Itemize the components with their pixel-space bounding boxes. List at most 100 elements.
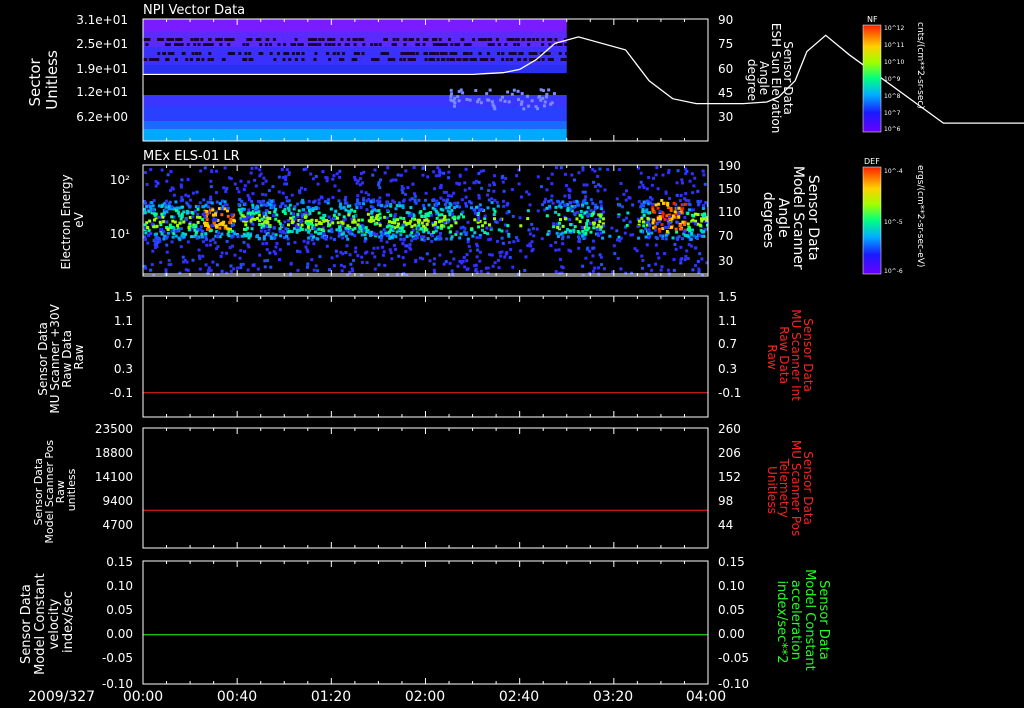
p2-pixel bbox=[220, 269, 224, 273]
p1-speckle bbox=[195, 52, 199, 55]
p1-speckle bbox=[361, 38, 365, 41]
p2-pixel bbox=[647, 211, 651, 215]
p2-pixel bbox=[195, 227, 199, 231]
p2-pixel bbox=[519, 224, 523, 228]
p2-pixel bbox=[543, 200, 547, 204]
p2-pixel bbox=[298, 250, 302, 254]
p1-speckle bbox=[288, 58, 292, 61]
x-tick-label: 02:40 bbox=[499, 689, 539, 705]
p2-pixel bbox=[220, 251, 224, 255]
p2-pixel bbox=[148, 219, 152, 223]
p1-speckle bbox=[522, 38, 526, 41]
x-tick-label: 00:00 bbox=[123, 689, 163, 705]
p2-pixel bbox=[314, 174, 318, 178]
p2-pixel bbox=[348, 253, 352, 257]
p2-pixel bbox=[543, 197, 547, 201]
p2-pixel bbox=[351, 269, 355, 273]
p1-ytick-left: 6.2e+00 bbox=[76, 110, 128, 124]
p2-pixel bbox=[329, 207, 333, 211]
p2-pixel bbox=[693, 176, 697, 180]
p2-pixel bbox=[501, 174, 505, 178]
p2-pixel bbox=[681, 207, 685, 211]
p2-pixel bbox=[210, 201, 214, 205]
p2-pixel bbox=[145, 205, 149, 209]
p1-speckle bbox=[358, 38, 362, 41]
p2-pixel bbox=[679, 258, 683, 262]
p2-pixel bbox=[256, 267, 260, 271]
p2-pixel bbox=[668, 214, 672, 218]
p1-speckle bbox=[449, 92, 453, 96]
p2-pixel bbox=[143, 201, 147, 205]
p2-pixel bbox=[272, 214, 276, 218]
p2-pixel bbox=[161, 203, 165, 207]
p2-pixel bbox=[201, 254, 205, 258]
p2-pixel bbox=[369, 216, 373, 220]
p2-pixel bbox=[201, 218, 205, 222]
p2-pixel bbox=[233, 182, 237, 186]
p2-pixel bbox=[674, 227, 678, 231]
p2-pixel bbox=[479, 269, 483, 273]
p2-pixel bbox=[599, 225, 603, 229]
p2-pixel bbox=[572, 178, 576, 182]
p1-band bbox=[143, 107, 567, 121]
p2-pixel bbox=[277, 175, 281, 179]
p2-pixel bbox=[283, 182, 287, 186]
p2-pixel bbox=[241, 217, 245, 221]
p2-pixel bbox=[300, 212, 304, 216]
p1-speckle bbox=[190, 38, 194, 41]
p3-ytick-left: 1.5 bbox=[114, 290, 133, 304]
p2-pixel bbox=[317, 227, 321, 231]
p2-pixel bbox=[651, 221, 655, 225]
p2-pixel bbox=[323, 200, 327, 204]
p2-pixel bbox=[357, 230, 361, 234]
p2-pixel bbox=[691, 268, 695, 272]
p2-pixel bbox=[585, 183, 589, 187]
p2-pixel bbox=[410, 239, 414, 243]
p1-speckle bbox=[290, 43, 294, 46]
panel4-frame bbox=[142, 427, 709, 549]
p2-pixel bbox=[382, 250, 386, 254]
p2-pixel bbox=[579, 209, 583, 213]
p1-speckle bbox=[157, 52, 161, 55]
p2-pixel bbox=[444, 206, 448, 210]
p2-pixel bbox=[671, 214, 675, 218]
p2-pixel bbox=[523, 268, 527, 272]
p1-speckle bbox=[554, 38, 558, 41]
p2-pixel bbox=[661, 173, 665, 177]
p1-speckle bbox=[440, 52, 444, 55]
p1-speckle bbox=[541, 38, 545, 41]
p2-pixel bbox=[364, 191, 368, 195]
p2-pixel bbox=[454, 221, 458, 225]
p2-pixel bbox=[251, 222, 255, 226]
p2-pixel bbox=[641, 266, 645, 270]
p1-speckle bbox=[314, 43, 318, 46]
p1-speckle bbox=[264, 43, 268, 46]
p2-pixel bbox=[285, 168, 289, 172]
p2-pixel bbox=[556, 234, 560, 238]
p2-pixel bbox=[360, 255, 364, 259]
p2-pixel bbox=[294, 224, 298, 228]
p1-speckle bbox=[452, 104, 456, 108]
p2-pixel bbox=[261, 182, 265, 186]
p2-pixel bbox=[468, 249, 472, 253]
p2-pixel bbox=[675, 193, 679, 197]
p2-pixel bbox=[144, 237, 148, 241]
p2-pixel bbox=[344, 226, 348, 230]
p2-pixel bbox=[502, 189, 506, 193]
p2-pixel bbox=[664, 190, 668, 194]
p2-pixel bbox=[221, 223, 225, 227]
p5-ytick-right: 0.10 bbox=[718, 579, 745, 593]
p4-ytick-right: 152 bbox=[718, 470, 741, 484]
p1-speckle bbox=[527, 43, 531, 46]
p1-speckle bbox=[549, 102, 553, 106]
p1-ylabel-right: Sensor Data ESH Sun Elevation Angle degr… bbox=[745, 23, 795, 137]
p1-speckle bbox=[206, 43, 210, 46]
p2-pixel bbox=[480, 186, 484, 190]
p2-pixel bbox=[483, 214, 487, 218]
p2-pixel bbox=[293, 205, 297, 209]
p2-pixel bbox=[701, 207, 705, 211]
p2-pixel bbox=[405, 234, 409, 238]
p2-pixel bbox=[162, 220, 166, 224]
p1-speckle bbox=[277, 52, 281, 55]
p2-pixel bbox=[258, 223, 262, 227]
